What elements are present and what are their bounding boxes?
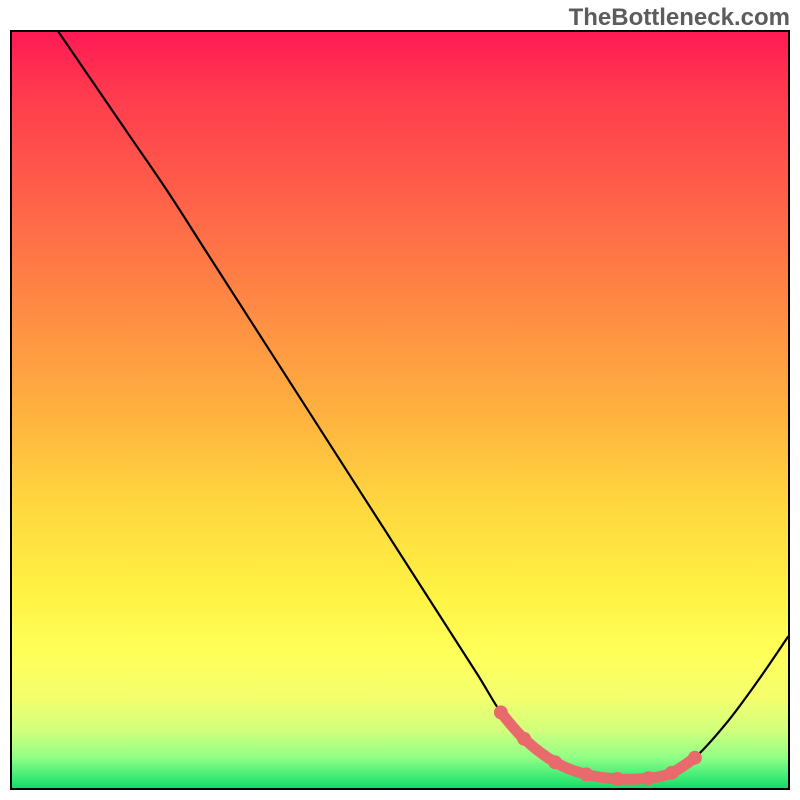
curve-svg	[12, 32, 788, 788]
highlight-dot	[641, 771, 655, 785]
highlight-dot	[610, 772, 624, 786]
highlight-dot	[665, 766, 679, 780]
highlight-dot	[579, 767, 593, 781]
bottleneck-curve-path	[59, 32, 788, 779]
highlight-dot	[494, 705, 508, 719]
plot-frame	[10, 30, 790, 790]
watermark-text: TheBottleneck.com	[569, 4, 790, 32]
highlight-dot	[688, 751, 702, 765]
highlight-dot	[548, 755, 562, 769]
chart-container: TheBottleneck.com	[0, 0, 800, 800]
highlight-dot	[517, 732, 531, 746]
